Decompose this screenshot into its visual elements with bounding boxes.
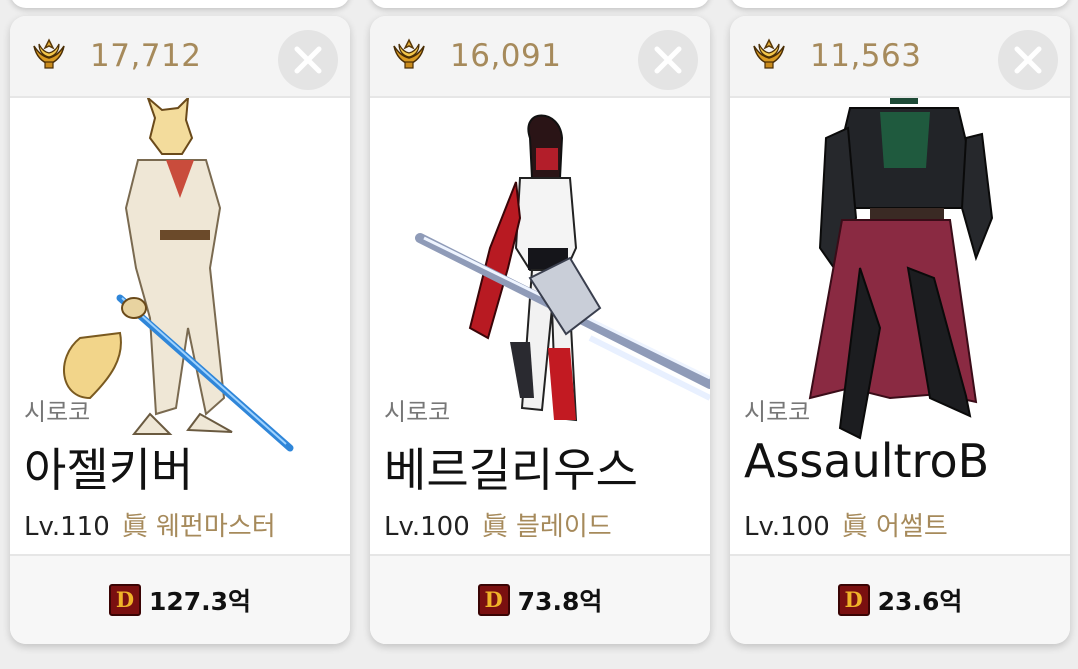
character-info: Lv.110 眞 웨펀마스터 [24,506,276,543]
close-icon [1014,46,1042,74]
gold-value: 23.6억 [877,587,963,616]
character-name: 베르길리우스 [384,443,638,497]
character-name: 아젤키버 [24,443,194,497]
previous-row-card [370,0,710,8]
card-footer: D 127.3억 [10,554,350,644]
dungeon-gold-icon: D [477,584,510,616]
fame-laurel-icon [393,38,425,69]
card-footer: D 73.8억 [370,554,710,644]
gold-value: 73.8억 [517,587,603,616]
close-icon [294,46,322,74]
server-name: 시로코 [24,398,91,426]
gold-value: 127.3억 [148,587,252,616]
dungeon-gold-icon: D [108,584,141,616]
fame-value: 11,563 [810,38,922,74]
close-button[interactable] [638,30,698,90]
character-job: 眞 어썰트 [841,512,948,542]
card-header: 16,091 [370,16,710,98]
server-name: 시로코 [384,398,451,426]
close-button[interactable] [998,30,1058,90]
character-info: Lv.100 眞 어썰트 [744,506,948,543]
card-header: 17,712 [10,16,350,98]
character-card[interactable]: 11,563 시로코 AssaultroB Lv.100 眞 어썰트 D 23.6… [730,16,1070,644]
fame-laurel-icon [753,38,785,69]
fame-value: 16,091 [450,38,562,74]
character-name: AssaultroB [744,434,990,488]
card-header: 11,563 [730,16,1070,98]
previous-row-card [730,0,1070,8]
close-icon [654,46,682,74]
character-card[interactable]: 16,091 시로코 베르길리우스 Lv.100 眞 블레이드 D 73.8억 [370,16,710,644]
character-level: Lv.110 [24,512,110,542]
character-level: Lv.100 [744,512,830,542]
close-button[interactable] [278,30,338,90]
character-level: Lv.100 [384,512,470,542]
fame-value: 17,712 [90,38,202,74]
dungeon-gold-icon: D [837,584,870,616]
character-card[interactable]: 17,712 시로코 아젤키버 Lv.110 眞 웨펀마스터 D 127.3억 [10,16,350,644]
previous-row-card [10,0,350,8]
character-info: Lv.100 眞 블레이드 [384,506,612,543]
character-job: 眞 블레이드 [481,512,612,542]
card-footer: D 23.6억 [730,554,1070,644]
server-name: 시로코 [744,398,811,426]
character-job: 眞 웨펀마스터 [121,512,276,542]
fame-laurel-icon [33,38,65,69]
